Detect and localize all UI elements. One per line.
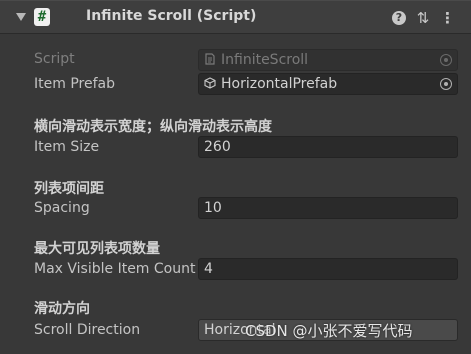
foldout-arrow-icon[interactable]	[16, 13, 26, 21]
spacing-label[interactable]: Spacing	[34, 200, 90, 216]
max-visible-input[interactable]: 4	[198, 258, 458, 280]
script-value: InfiniteScroll	[221, 52, 309, 68]
presets-icon[interactable]: ⇅	[414, 9, 432, 27]
item-size-header: 横向滑动表示宽度；纵向滑动表示高度	[34, 119, 272, 135]
item-prefab-label: Item Prefab	[34, 76, 115, 92]
object-picker-icon[interactable]	[440, 78, 452, 90]
item-size-input[interactable]: 260	[198, 136, 458, 158]
prefab-cube-icon	[204, 77, 216, 89]
more-options-icon[interactable]: ⋮	[440, 9, 455, 27]
item-prefab-value: HorizontalPrefab	[221, 76, 338, 92]
inspector-panel: # Infinite Scroll (Script) ? ⇅ ⋮ Script …	[0, 0, 471, 354]
scroll-direction-label: Scroll Direction	[34, 322, 141, 338]
component-header[interactable]: # Infinite Scroll (Script) ? ⇅ ⋮	[0, 0, 471, 34]
script-field: InfiniteScroll	[198, 49, 458, 71]
watermark: CSDN @小张不爱写代码	[245, 322, 413, 340]
script-label: Script	[34, 51, 75, 67]
script-file-icon	[205, 53, 215, 65]
component-title: Infinite Scroll (Script)	[86, 8, 257, 24]
max-visible-header: 最大可见列表项数量	[34, 241, 160, 257]
spacing-header: 列表项间距	[34, 181, 104, 197]
item-prefab-field[interactable]: HorizontalPrefab	[198, 73, 458, 95]
script-enable-icon[interactable]: #	[34, 8, 50, 26]
max-visible-label[interactable]: Max Visible Item Count	[34, 261, 196, 277]
object-picker-icon	[440, 54, 452, 66]
help-icon[interactable]: ?	[392, 11, 406, 25]
item-size-label[interactable]: Item Size	[34, 139, 99, 155]
spacing-input[interactable]: 10	[198, 197, 458, 219]
scroll-direction-header: 滑动方向	[34, 301, 90, 317]
